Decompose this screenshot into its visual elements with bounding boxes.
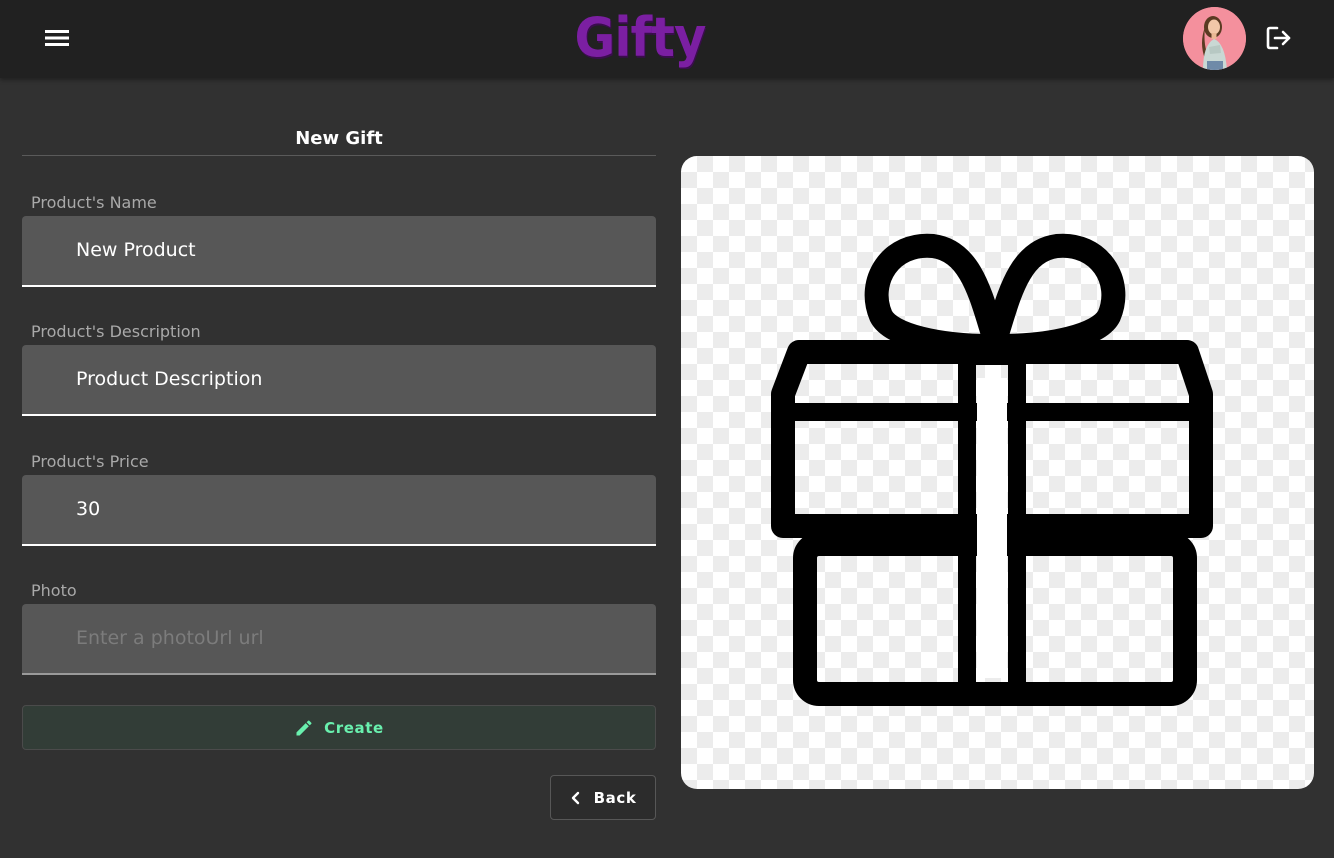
product-price-input[interactable] <box>76 475 636 544</box>
product-name-label: Product's Name <box>31 193 157 212</box>
logout-button[interactable] <box>1260 20 1298 56</box>
pencil-icon <box>296 719 312 735</box>
product-name-input[interactable] <box>76 216 636 285</box>
product-price-label: Product's Price <box>31 452 149 471</box>
product-description-label: Product's Description <box>31 322 201 341</box>
avatar[interactable] <box>1183 7 1246 70</box>
product-name-field[interactable] <box>22 216 656 287</box>
hamburger-menu-icon <box>45 30 69 46</box>
chevron-left-icon <box>571 791 579 804</box>
user-avatar-image <box>1183 7 1246 70</box>
divider <box>22 155 656 156</box>
photo-field[interactable] <box>22 604 656 675</box>
photo-preview <box>681 156 1314 789</box>
top-app-bar: Gifty <box>0 0 1334 78</box>
form-title: New Gift <box>295 128 383 149</box>
app-title: Gifty <box>574 6 707 69</box>
menu-button[interactable] <box>36 20 78 56</box>
create-button[interactable]: Create <box>22 705 656 750</box>
create-button-label: Create <box>324 718 384 737</box>
logout-icon <box>1266 26 1291 50</box>
product-description-input[interactable] <box>76 345 636 414</box>
photo-url-input[interactable] <box>76 604 636 673</box>
back-button-label: Back <box>593 788 637 807</box>
gift-box-icon <box>771 233 1213 706</box>
product-price-field[interactable] <box>22 475 656 546</box>
app-logo[interactable]: Gifty <box>560 0 720 78</box>
photo-label: Photo <box>31 581 77 600</box>
back-button[interactable]: Back <box>550 775 656 820</box>
product-description-field[interactable] <box>22 345 656 416</box>
